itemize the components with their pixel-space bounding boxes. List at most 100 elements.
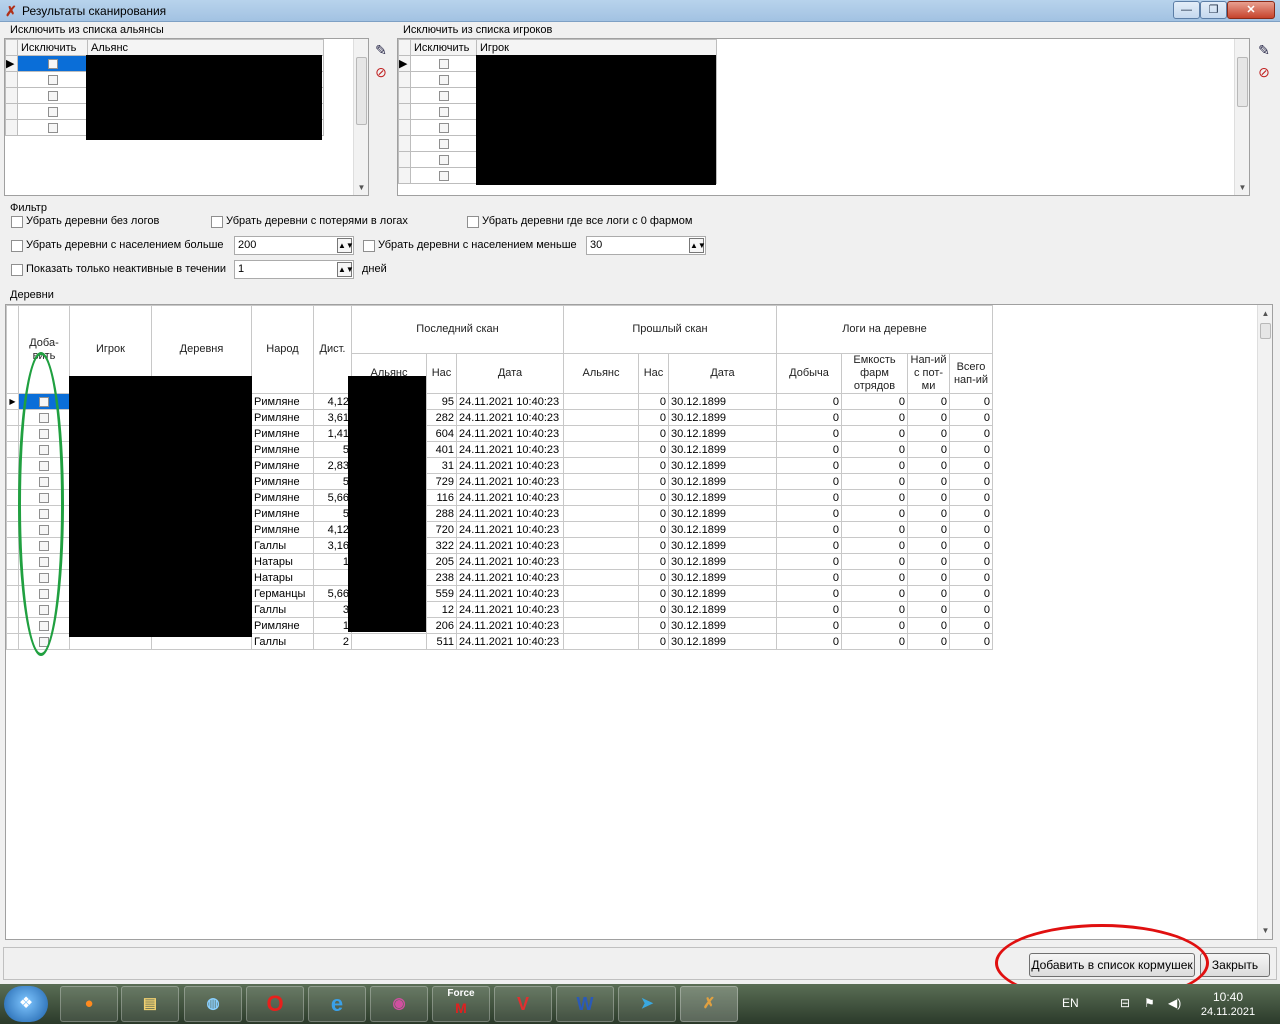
exclude-checkbox[interactable] bbox=[17, 71, 88, 88]
exclude-checkbox[interactable] bbox=[410, 119, 477, 136]
prev-pop-cell: 0 bbox=[638, 489, 669, 506]
vivaldi-icon[interactable]: V bbox=[494, 986, 552, 1022]
spin-arrows-icon[interactable]: ▲▼ bbox=[337, 262, 354, 277]
network-icon[interactable]: ⊟ bbox=[1120, 996, 1130, 1010]
attacks-losses-cell: 0 bbox=[907, 553, 950, 570]
database-icon[interactable]: ◉ bbox=[370, 986, 428, 1022]
exclude-alliances-grid: Исключить Альянс ▶ ▼ bbox=[4, 38, 369, 196]
exclude-checkbox[interactable] bbox=[410, 71, 477, 88]
check-all-icon[interactable]: ✎ bbox=[1256, 42, 1272, 58]
exclude-checkbox[interactable] bbox=[17, 55, 88, 72]
players-scrollbar[interactable]: ▼ bbox=[1234, 39, 1249, 195]
alliance-cell bbox=[351, 633, 427, 650]
telegram-icon[interactable]: ➤ bbox=[618, 986, 676, 1022]
exclude-checkbox[interactable] bbox=[410, 167, 477, 184]
col-tribe[interactable]: Народ bbox=[251, 305, 314, 394]
file-explorer-icon[interactable]: ▤ bbox=[121, 986, 179, 1022]
word-icon[interactable]: W bbox=[556, 986, 614, 1022]
scroll-down-arrow-icon[interactable]: ▼ bbox=[1258, 924, 1272, 938]
capacity-cell: 0 bbox=[841, 457, 908, 474]
col-attacks-total[interactable]: Всего нап-ий bbox=[949, 353, 993, 394]
prev-date-cell: 30.12.1899 bbox=[668, 489, 777, 506]
maximize-button[interactable]: ❐ bbox=[1200, 1, 1227, 19]
loot-cell: 0 bbox=[776, 473, 842, 490]
row-indicator-header bbox=[6, 305, 19, 394]
spin-arrows-icon[interactable]: ▲▼ bbox=[689, 238, 706, 253]
exclude-checkbox[interactable] bbox=[410, 55, 477, 72]
exclude-checkbox[interactable] bbox=[410, 151, 477, 168]
col-pop[interactable]: Нас bbox=[426, 353, 457, 394]
col-alliance: Альянс bbox=[87, 39, 324, 56]
with-losses-checkbox[interactable] bbox=[211, 216, 223, 228]
alliances-scrollbar[interactable]: ▼ bbox=[353, 39, 368, 195]
no-logs-checkbox[interactable] bbox=[11, 216, 23, 228]
zero-farm-checkbox[interactable] bbox=[467, 216, 479, 228]
notifications-icon[interactable]: ⚑ bbox=[1144, 996, 1155, 1010]
clock-date[interactable]: 24.11.2021 bbox=[1196, 1006, 1260, 1018]
pop-more-checkbox[interactable] bbox=[11, 240, 23, 252]
scanner-app-icon[interactable]: ✗ bbox=[680, 986, 738, 1022]
exclude-checkbox[interactable] bbox=[410, 103, 477, 120]
pop-less-checkbox[interactable] bbox=[363, 240, 375, 252]
minimize-button[interactable]: — bbox=[1173, 1, 1200, 19]
col-date[interactable]: Дата bbox=[456, 353, 564, 394]
prev-pop-cell: 0 bbox=[638, 393, 669, 410]
internet-explorer-icon[interactable]: e bbox=[308, 986, 366, 1022]
exclude-checkbox[interactable] bbox=[410, 87, 477, 104]
inactive-checkbox[interactable] bbox=[11, 264, 23, 276]
pop-cell: 604 bbox=[426, 425, 457, 442]
scroll-down-arrow-icon[interactable]: ▼ bbox=[1235, 181, 1250, 195]
pop-more-input[interactable]: 200 ▲▼ bbox=[234, 236, 354, 255]
col-prev-date[interactable]: Дата bbox=[668, 353, 777, 394]
volume-icon[interactable]: ◀) bbox=[1168, 996, 1181, 1010]
dist-cell: 5 bbox=[313, 505, 352, 522]
exclude-checkbox[interactable] bbox=[17, 119, 88, 136]
col-attacks-losses[interactable]: Нап-ий с пот-ми bbox=[907, 353, 950, 394]
capacity-cell: 0 bbox=[841, 553, 908, 570]
col-loot[interactable]: Добыча bbox=[776, 353, 842, 394]
col-prev-alliance[interactable]: Альянс bbox=[563, 353, 639, 394]
inactive-days-input[interactable]: 1 ▲▼ bbox=[234, 260, 354, 279]
close-window-button[interactable]: ✕ bbox=[1227, 1, 1275, 19]
pop-cell: 31 bbox=[426, 457, 457, 474]
check-all-icon[interactable]: ✎ bbox=[373, 42, 389, 58]
window-title: Результаты сканирования bbox=[22, 4, 167, 18]
globe-app-icon[interactable]: ◍ bbox=[184, 986, 242, 1022]
exclude-checkbox[interactable] bbox=[17, 87, 88, 104]
firefox-icon[interactable]: ● bbox=[60, 986, 118, 1022]
prev-date-cell: 30.12.1899 bbox=[668, 633, 777, 650]
villages-scrollbar[interactable]: ▲ ▼ bbox=[1257, 305, 1272, 939]
filter-group-label: Фильтр bbox=[10, 202, 47, 214]
exclude-checkbox[interactable] bbox=[410, 135, 477, 152]
prev-alliance-cell bbox=[563, 425, 639, 442]
attacks-losses-cell: 0 bbox=[907, 489, 950, 506]
attacks-total-cell: 0 bbox=[949, 569, 993, 586]
attacks-losses-cell: 0 bbox=[907, 457, 950, 474]
clock-time[interactable]: 10:40 bbox=[1196, 990, 1260, 1004]
windows-start-icon[interactable]: ❖ bbox=[4, 986, 48, 1022]
loot-cell: 0 bbox=[776, 617, 842, 634]
pop-less-input[interactable]: 30 ▲▼ bbox=[586, 236, 706, 255]
close-button[interactable]: Закрыть bbox=[1200, 953, 1270, 977]
attacks-total-cell: 0 bbox=[949, 521, 993, 538]
language-indicator[interactable]: EN bbox=[1062, 996, 1079, 1010]
col-dist[interactable]: Дист. bbox=[313, 305, 352, 394]
tribe-cell: Германцы bbox=[251, 585, 314, 602]
col-prev-pop[interactable]: Нас bbox=[638, 353, 669, 394]
exclude-checkbox[interactable] bbox=[17, 103, 88, 120]
scroll-down-arrow-icon[interactable]: ▼ bbox=[354, 181, 369, 195]
attacks-losses-cell: 0 bbox=[907, 601, 950, 618]
row-indicator bbox=[6, 601, 19, 618]
pop-cell: 720 bbox=[426, 521, 457, 538]
opera-icon[interactable]: O bbox=[246, 986, 304, 1022]
clear-all-icon[interactable]: ⊘ bbox=[373, 64, 389, 80]
scroll-up-arrow-icon[interactable]: ▲ bbox=[1258, 307, 1272, 321]
spin-arrows-icon[interactable]: ▲▼ bbox=[337, 238, 354, 253]
loot-cell: 0 bbox=[776, 489, 842, 506]
force-app-icon[interactable]: Force M bbox=[432, 986, 490, 1022]
row-indicator bbox=[6, 617, 19, 634]
col-capacity[interactable]: Емкость фарм отрядов bbox=[841, 353, 908, 394]
col-player: Игрок bbox=[476, 39, 717, 56]
prev-alliance-cell bbox=[563, 585, 639, 602]
clear-all-icon[interactable]: ⊘ bbox=[1256, 64, 1272, 80]
